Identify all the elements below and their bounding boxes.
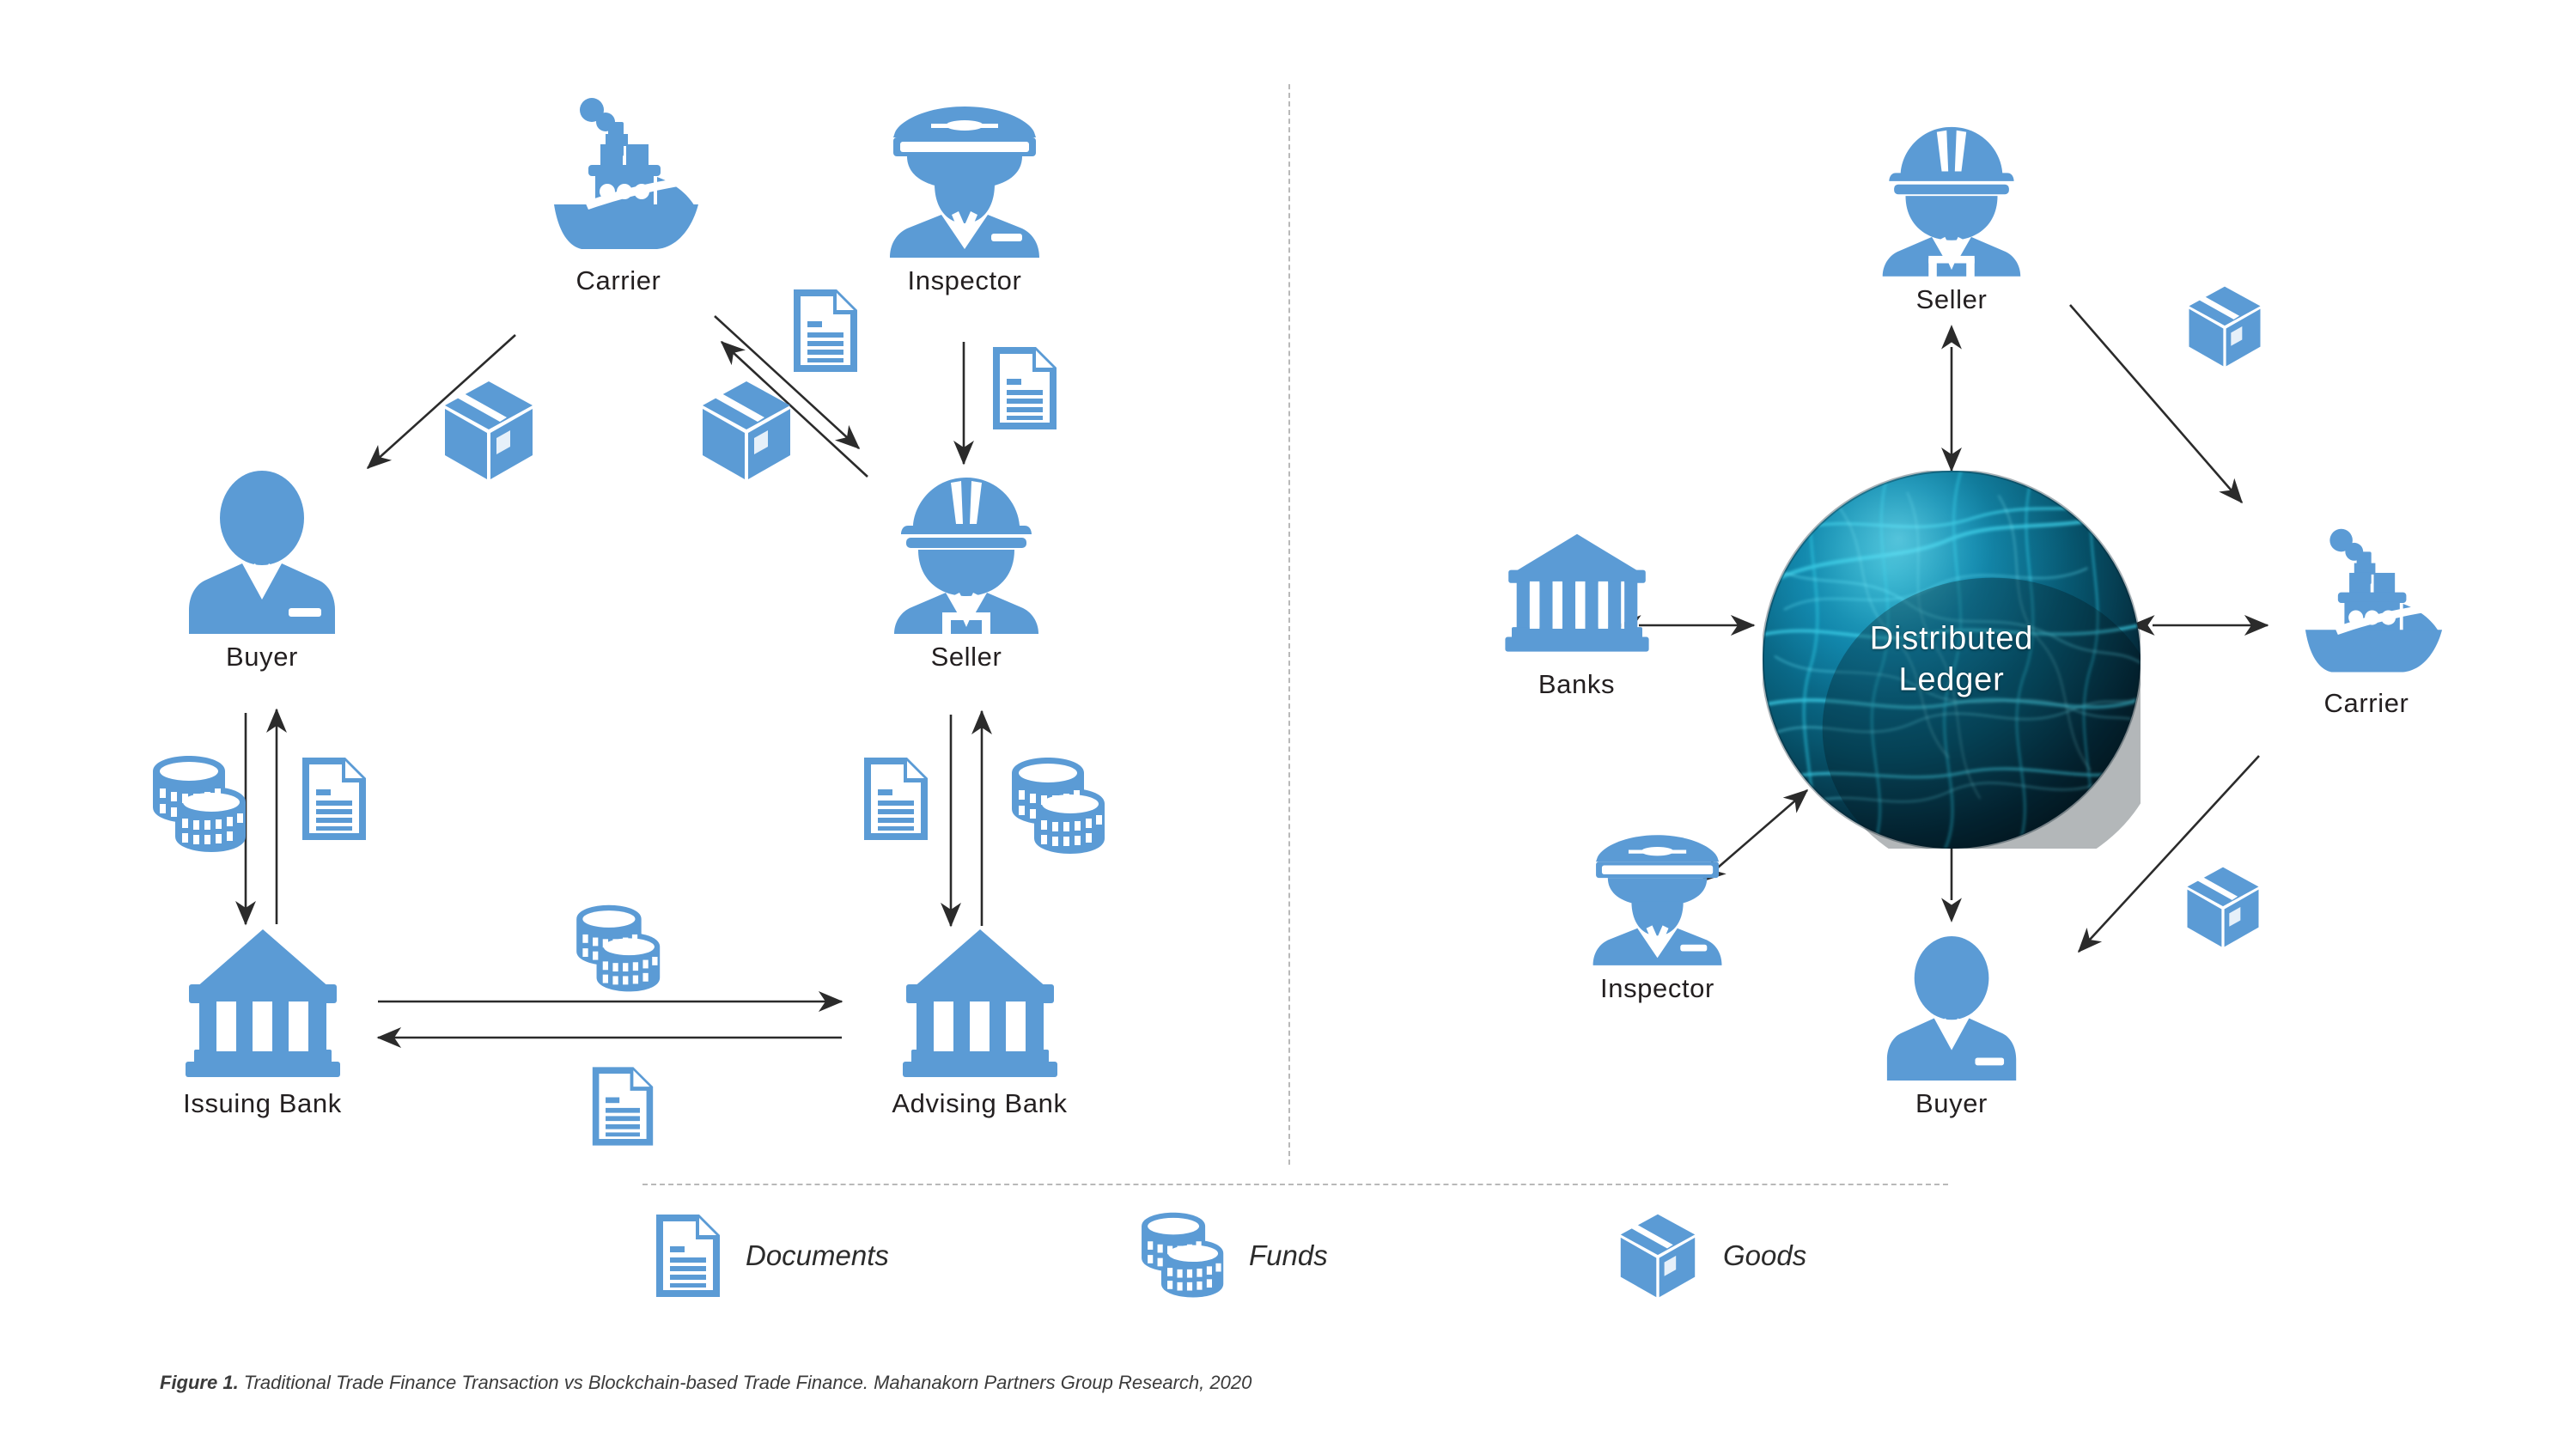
document-icon [592,1067,654,1146]
globe-icon [1761,469,2163,880]
node-label: Seller [930,642,1002,672]
legend-label: Documents [746,1239,889,1271]
legend: Documents Funds Goods [653,1211,2010,1300]
worker-icon [1882,126,2021,277]
worker-icon [894,478,1038,634]
document-icon [656,1215,720,1297]
coins-icon [1012,758,1105,854]
horizontal-divider [642,1184,1948,1185]
node-seller-right[interactable]: Seller [1874,120,2029,315]
bank-icon [185,929,340,1077]
figure-caption: Figure 1. Traditional Trade Finance Tran… [160,1372,1251,1394]
coins-icon [576,904,661,992]
node-label: Advising Bank [892,1088,1068,1118]
node-label: Buyer [1915,1088,1988,1118]
box-icon [445,381,533,479]
node-inspector-left[interactable]: Inspector [874,94,1055,296]
ship-icon [554,98,698,249]
node-seller-left[interactable]: Seller [885,471,1048,673]
ship-icon [2305,528,2443,673]
node-label: Carrier [2323,688,2409,718]
node-issuing-bank[interactable]: Issuing Bank [161,926,363,1119]
node-inspector-right[interactable]: Inspector [1565,825,1750,1004]
node-advising-bank[interactable]: Advising Bank [866,926,1093,1119]
node-label: Carrier [575,265,661,295]
businessman-icon [188,471,335,634]
businessman-icon [1886,936,2016,1081]
legend-item-funds: Funds [1134,1211,1615,1300]
node-carrier-left[interactable]: Carrier [524,94,713,296]
coins-icon [1142,1212,1224,1298]
node-buyer-left[interactable]: Buyer [180,471,344,673]
document-icon [993,347,1057,429]
node-banks-right[interactable]: Banks [1501,531,1652,700]
figure-caption-number: Figure 1. [160,1372,239,1393]
node-label: Buyer [226,642,298,672]
node-label: Issuing Bank [183,1088,342,1118]
figure-caption-text: Traditional Trade Finance Transaction vs… [238,1372,1252,1393]
document-icon [864,758,928,840]
box-icon [703,381,790,479]
legend-item-goods: Goods [1615,1211,2010,1300]
inspector-icon [1592,835,1722,965]
box-icon [1620,1214,1696,1298]
node-buyer-right[interactable]: Buyer [1883,936,2020,1119]
document-icon [302,758,366,840]
bank-icon [1504,533,1649,652]
node-label: Inspector [1600,973,1714,1003]
box-icon [2189,286,2261,367]
coins-icon [153,756,246,852]
node-label: Inspector [907,265,1022,295]
legend-label: Goods [1723,1239,1807,1271]
legend-item-documents: Documents [653,1211,1134,1300]
distributed-ledger-hub[interactable]: Distributed Ledger [1761,469,2163,880]
figure-canvas: Carrier Inspector Buyer Seller Issuing B… [0,0,2576,1449]
document-icon [794,289,857,372]
bank-icon [902,929,1057,1077]
legend-label: Funds [1249,1239,1328,1271]
node-label: Banks [1538,669,1616,699]
box-icon [2187,867,2259,947]
node-carrier-right[interactable]: Carrier [2276,526,2457,719]
vertical-divider [1288,84,1290,1165]
inspector-icon [889,107,1039,258]
node-label: Seller [1915,284,1988,314]
